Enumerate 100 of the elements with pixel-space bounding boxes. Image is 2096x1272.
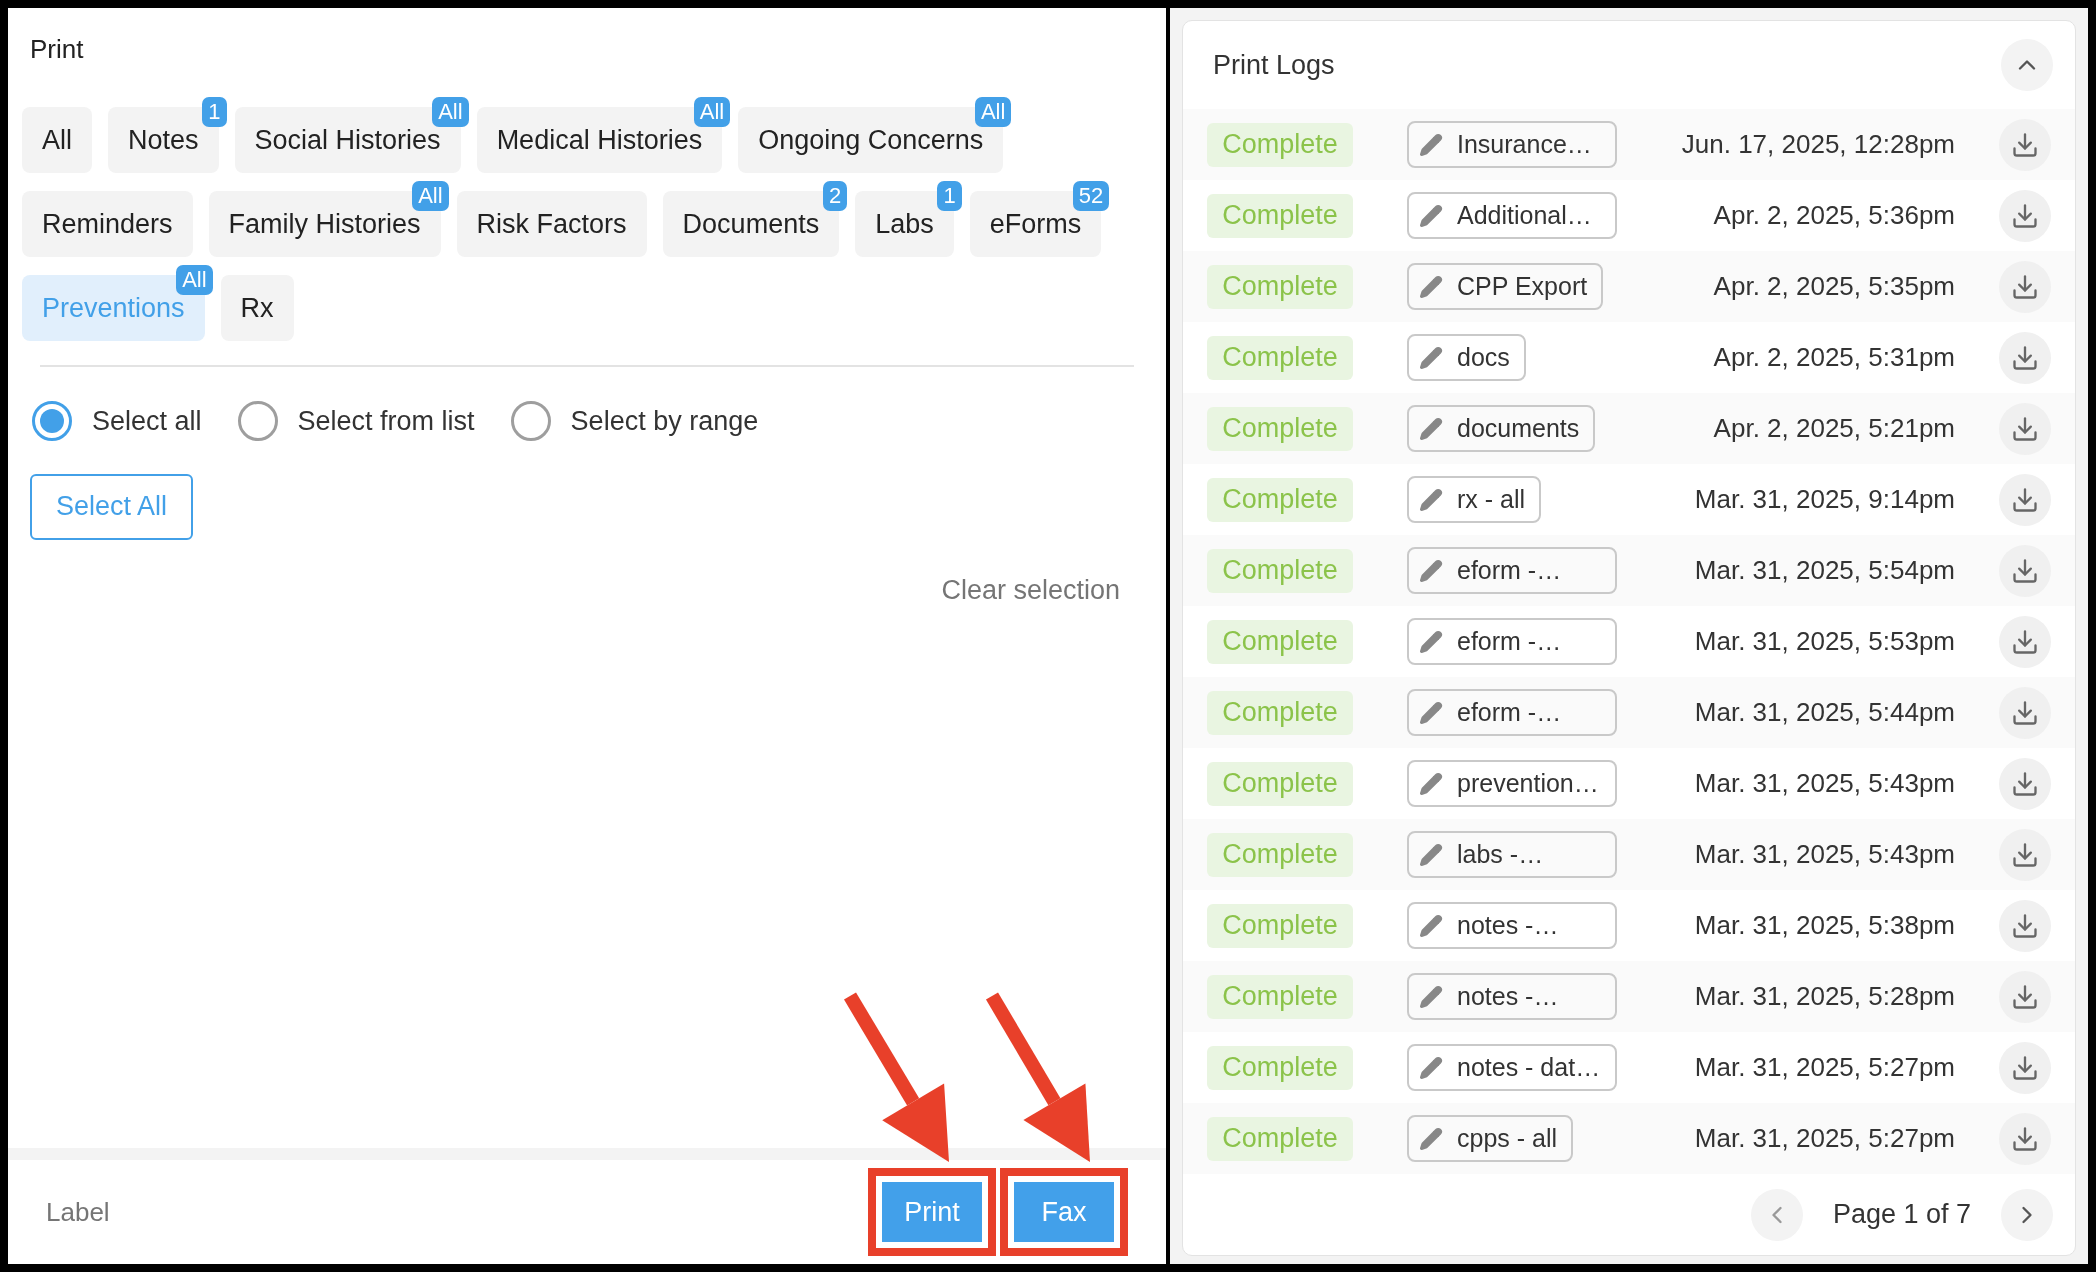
log-date: Mar. 31, 2025, 5:44pm: [1693, 696, 1955, 729]
log-date: Mar. 31, 2025, 5:43pm: [1693, 767, 1955, 800]
status-badge: Complete: [1207, 903, 1353, 948]
edit-icon: [1419, 913, 1443, 938]
count-badge: All: [974, 97, 1012, 127]
edit-icon: [1419, 345, 1443, 370]
status-badge: Complete: [1207, 619, 1353, 664]
count-badge: All: [176, 265, 213, 295]
clear-selection-link[interactable]: Clear selection: [941, 569, 1120, 610]
collapse-button[interactable]: [2001, 39, 2053, 91]
status-badge: Complete: [1207, 974, 1353, 1019]
log-name-chip[interactable]: documents: [1407, 405, 1596, 452]
log-name-chip[interactable]: eform -…: [1407, 689, 1617, 736]
log-date: Mar. 31, 2025, 5:27pm: [1693, 1122, 1955, 1155]
status-badge: Complete: [1207, 761, 1353, 806]
radio-button[interactable]: [510, 401, 551, 442]
log-date: Apr. 2, 2025, 5:36pm: [1712, 199, 1955, 232]
count-badge: All: [693, 97, 731, 127]
log-date: Jun. 17, 2025, 12:28pm: [1680, 128, 1955, 161]
edit-icon: [1419, 203, 1443, 228]
status-badge: Complete: [1207, 1116, 1353, 1161]
radio-label: Select from list: [297, 405, 475, 438]
status-badge: Complete: [1207, 548, 1353, 593]
log-date: Apr. 2, 2025, 5:31pm: [1712, 341, 1955, 374]
category-chip[interactable]: Risk Factors: [456, 191, 647, 257]
status-badge: Complete: [1207, 193, 1353, 238]
status-badge: Complete: [1207, 690, 1353, 735]
radio-label: Select by range: [570, 405, 759, 438]
log-date: Mar. 31, 2025, 5:38pm: [1693, 909, 1955, 942]
download-icon: [2011, 769, 2039, 798]
count-badge: 1: [202, 97, 227, 127]
download-icon: [2011, 1053, 2039, 1082]
status-badge: Complete: [1207, 122, 1353, 167]
edit-icon: [1419, 558, 1443, 583]
category-chip[interactable]: Rx: [220, 275, 294, 341]
edit-icon: [1419, 771, 1443, 796]
edit-icon: [1419, 984, 1443, 1009]
edit-icon: [1419, 487, 1443, 512]
download-icon: [2011, 911, 2039, 940]
status-badge: Complete: [1207, 264, 1353, 309]
log-name-chip[interactable]: labs -…: [1407, 831, 1617, 878]
log-name-chip[interactable]: notes -…: [1407, 902, 1617, 949]
log-name-chip[interactable]: docs: [1407, 334, 1526, 381]
card-title: Print Logs: [1213, 48, 1335, 82]
count-badge: 1: [937, 181, 962, 211]
log-name-chip[interactable]: CPP Export: [1407, 263, 1604, 310]
download-icon: [2011, 414, 2039, 443]
radio-button[interactable]: [32, 401, 72, 442]
status-badge: Complete: [1207, 406, 1353, 451]
download-icon: [2011, 343, 2039, 372]
download-icon: [2011, 272, 2039, 301]
status-badge: Complete: [1207, 1045, 1353, 1090]
download-icon: [2011, 840, 2039, 869]
download-icon: [2011, 201, 2039, 230]
log-name-chip[interactable]: prevention…: [1407, 760, 1617, 807]
edit-icon: [1419, 274, 1443, 299]
edit-icon: [1419, 700, 1443, 725]
radio-label: Select all: [92, 405, 202, 438]
edit-icon: [1419, 629, 1443, 654]
log-date: Mar. 31, 2025, 5:28pm: [1693, 980, 1955, 1013]
edit-icon: [1419, 1126, 1443, 1151]
log-name-chip[interactable]: eform -…: [1407, 547, 1617, 594]
category-chip[interactable]: Reminders: [22, 191, 193, 257]
log-name-chip[interactable]: rx - all: [1407, 476, 1542, 523]
edit-icon: [1419, 416, 1443, 441]
download-icon: [2011, 556, 2039, 585]
log-name-chip[interactable]: notes -…: [1407, 973, 1617, 1020]
panel-title: Print: [29, 33, 85, 66]
log-date: Mar. 31, 2025, 5:53pm: [1693, 625, 1955, 658]
log-name-chip[interactable]: Additional…: [1407, 192, 1617, 239]
edit-icon: [1419, 132, 1443, 157]
download-icon: [2011, 627, 2039, 656]
category-chip[interactable]: All: [22, 107, 92, 173]
download-icon: [2011, 698, 2039, 727]
log-date: Mar. 31, 2025, 9:14pm: [1693, 483, 1955, 516]
footer-label: Label: [46, 1195, 111, 1229]
edit-icon: [1419, 1055, 1443, 1080]
log-name-chip[interactable]: Insurance…: [1407, 121, 1617, 168]
edit-icon: [1419, 842, 1443, 867]
count-badge: 2: [822, 181, 848, 211]
download-icon: [2011, 485, 2039, 514]
status-badge: Complete: [1207, 335, 1353, 380]
log-date: Apr. 2, 2025, 5:35pm: [1712, 270, 1955, 303]
download-icon: [2011, 1124, 2039, 1153]
log-date: Mar. 31, 2025, 5:54pm: [1693, 554, 1955, 587]
log-name-chip[interactable]: notes - dat…: [1407, 1044, 1617, 1091]
count-badge: All: [432, 97, 469, 127]
log-date: Mar. 31, 2025, 5:43pm: [1693, 838, 1955, 871]
radio-button[interactable]: [237, 401, 278, 442]
log-name-chip[interactable]: cpps - all: [1407, 1115, 1574, 1162]
count-badge: 52: [1072, 181, 1110, 211]
page-indicator: Page 1 of 7: [1832, 1198, 1971, 1232]
status-badge: Complete: [1207, 832, 1353, 877]
download-icon: [2011, 982, 2039, 1011]
log-date: Apr. 2, 2025, 5:21pm: [1712, 412, 1955, 445]
log-name-chip[interactable]: eform -…: [1407, 618, 1617, 665]
count-badge: All: [412, 181, 449, 211]
status-badge: Complete: [1207, 477, 1353, 522]
download-icon: [2011, 130, 2039, 159]
log-date: Mar. 31, 2025, 5:27pm: [1693, 1051, 1955, 1084]
